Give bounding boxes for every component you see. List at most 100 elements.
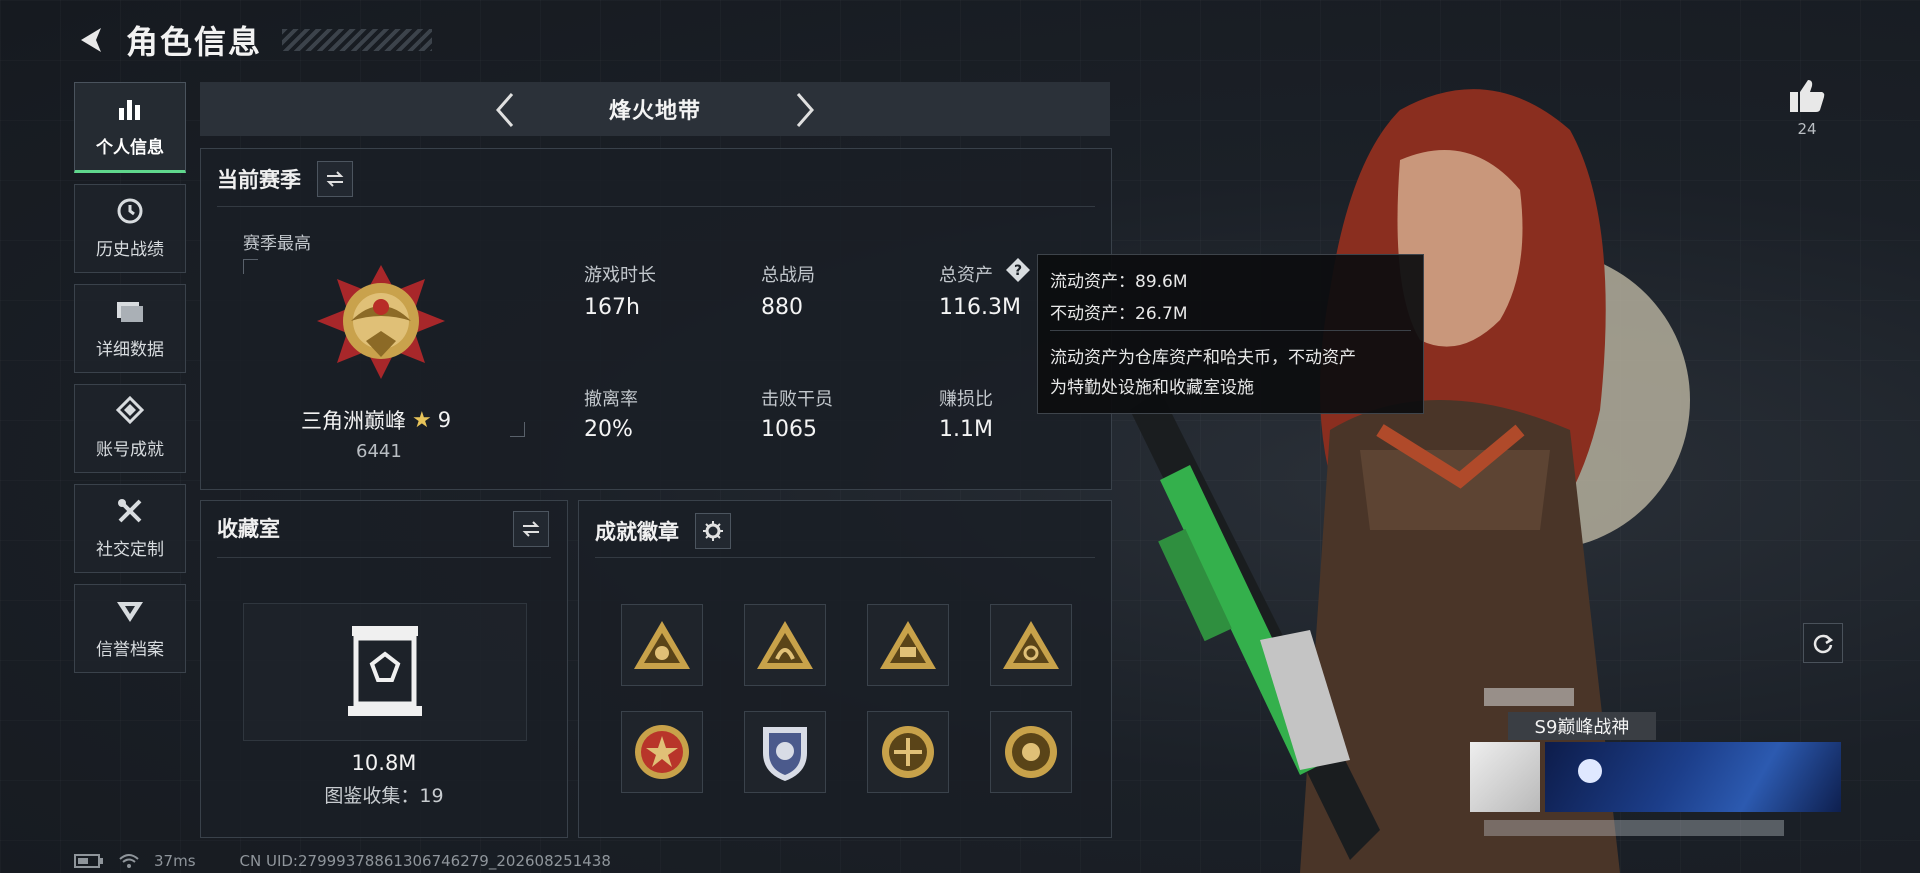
chevron-left-icon: [496, 93, 514, 127]
player-info-blur: [1484, 820, 1784, 836]
panel-divider: [595, 557, 1095, 558]
achievement-badge[interactable]: [867, 711, 949, 793]
rank-name-row: 三角洲巅峰 ★ 9: [301, 405, 451, 435]
history-clock-icon: [115, 197, 145, 225]
sidebar-item-detailed-data[interactable]: 详细数据: [74, 284, 186, 373]
tooltip-fixed-assets: 不动资产：26.7M: [1050, 304, 1188, 324]
stat-kills-label: 击败干员: [761, 389, 833, 410]
gold-triangle-badge-icon: [634, 621, 690, 669]
collection-preview[interactable]: [243, 603, 527, 741]
stat-matches-value: 880: [761, 295, 803, 320]
shield-wing-icon: [115, 597, 145, 625]
like-count: 24: [1797, 120, 1817, 138]
page-header: 角色信息: [72, 18, 433, 62]
thumbs-up-icon: [1790, 80, 1825, 112]
achievements-panel: 成就徽章: [578, 500, 1112, 838]
collection-count: 图鉴收集：19: [324, 785, 444, 807]
tooltip-divider: [1050, 330, 1411, 331]
achievement-badge[interactable]: [990, 711, 1072, 793]
player-avatar[interactable]: [1470, 742, 1540, 812]
assets-help-button[interactable]: ?: [1005, 257, 1031, 283]
season-panel-header: 当前赛季: [217, 161, 353, 197]
gold-triangle-badge-icon: [757, 621, 813, 669]
uid-text: CN UID:27999378861306746279_202608251438: [239, 852, 611, 870]
player-name-blur: [1484, 688, 1574, 706]
battery-icon: [74, 854, 103, 868]
stat-extract-rate-label: 撤离率: [584, 389, 638, 410]
player-title-tag: S9巅峰战神: [1508, 712, 1656, 740]
back-button[interactable]: [72, 20, 112, 60]
wifi-icon: [119, 854, 139, 868]
sidebar-item-social[interactable]: 社交定制: [74, 484, 186, 573]
panel-divider: [217, 206, 1095, 207]
red-star-round-badge-icon: [635, 725, 689, 779]
sidebar-item-personal-info[interactable]: 个人信息: [74, 82, 186, 173]
mode-next-button[interactable]: [785, 90, 825, 130]
rank-name: 三角洲巅峰: [301, 409, 406, 433]
refresh-icon: [1813, 634, 1834, 654]
achievement-badge[interactable]: [621, 604, 703, 686]
achievement-badge[interactable]: [744, 711, 826, 793]
stat-profit-ratio-value: 1.1M: [939, 417, 993, 442]
gold-triangle-badge-icon: [880, 621, 936, 669]
stat-playtime-value: 167h: [584, 295, 640, 320]
collection-panel-header: 收藏室: [217, 513, 280, 543]
sidebar-item-achievements[interactable]: 账号成就: [74, 384, 186, 473]
collection-switch-button[interactable]: [513, 511, 549, 547]
stat-assets-value: 116.3M: [939, 295, 1021, 320]
achievements-panel-header: 成就徽章: [595, 513, 731, 549]
season-switch-button[interactable]: [317, 161, 353, 197]
achievement-badge[interactable]: [867, 604, 949, 686]
achievement-badge[interactable]: [621, 711, 703, 793]
assets-tooltip: 流动资产：89.6M 不动资产：26.7M 流动资产为仓库资产和哈夫币，不动资产…: [1037, 254, 1424, 414]
rank-score: 6441: [356, 441, 402, 462]
collection-value: 10.8M: [351, 751, 417, 775]
gold-round-badge-icon: [1005, 726, 1057, 778]
rotate-view-button[interactable]: [1803, 623, 1843, 663]
rank-emblem-icon: [317, 265, 445, 379]
stat-playtime-label: 游戏时长: [584, 265, 656, 286]
collection-title: 收藏室: [217, 517, 280, 541]
chevron-right-icon: [796, 93, 814, 127]
tools-icon: [115, 497, 145, 525]
stat-kills-value: 1065: [761, 417, 817, 442]
season-best-label: 赛季最高: [243, 234, 311, 254]
stat-matches-label: 总战局: [761, 265, 815, 286]
achievements-settings-button[interactable]: [695, 513, 731, 549]
sidebar-item-label: 信誉档案: [96, 640, 164, 660]
achievement-badge[interactable]: [744, 604, 826, 686]
tooltip-liquid-assets: 流动资产：89.6M: [1050, 272, 1188, 292]
bar-chart-icon: [115, 95, 145, 123]
mode-selector: 烽火地带: [200, 82, 1110, 136]
blue-shield-badge-icon: [763, 727, 807, 781]
help-icon: ?: [1006, 258, 1030, 282]
ping-text: 37ms: [154, 852, 196, 870]
mode-title: 烽火地带: [608, 99, 701, 124]
sidebar-item-label: 账号成就: [96, 440, 164, 460]
stat-profit-ratio-label: 赚损比: [939, 389, 993, 410]
collection-panel: 收藏室 10.8M 图鉴收集：19: [200, 500, 568, 838]
season-panel: 当前赛季 赛季最高 三角洲巅峰 ★ 9 6441 游戏时长 167h 总战局 8…: [200, 148, 1112, 490]
back-arrow-icon: [81, 28, 101, 52]
gold-round-badge-icon: [882, 726, 934, 778]
folder-icon: [115, 297, 145, 325]
like-button[interactable]: 24: [1788, 78, 1826, 138]
star-icon: ★: [412, 407, 432, 433]
title-decoration: [282, 29, 433, 51]
tooltip-description-line1: 流动资产为仓库资产和哈夫币，不动资产: [1050, 348, 1356, 368]
sidebar-item-history[interactable]: 历史战绩: [74, 184, 186, 273]
achievement-badge[interactable]: [990, 604, 1072, 686]
svg-text:?: ?: [1014, 263, 1022, 279]
player-banner[interactable]: [1545, 742, 1841, 812]
gold-triangle-badge-icon: [1003, 621, 1059, 669]
sidebar-item-label: 历史战绩: [96, 240, 164, 260]
achievements-title: 成就徽章: [595, 520, 679, 544]
mode-prev-button[interactable]: [485, 90, 525, 130]
page-title: 角色信息: [126, 23, 263, 61]
sidebar-item-label: 详细数据: [96, 340, 164, 360]
moon-icon: [1578, 759, 1602, 783]
rank-star-level: 9: [437, 408, 452, 432]
sidebar: 个人信息 历史战绩 详细数据 账号成就 社交定制 信誉档案: [74, 82, 186, 673]
stat-extract-rate-value: 20%: [584, 417, 633, 442]
sidebar-item-reputation[interactable]: 信誉档案: [74, 584, 186, 673]
